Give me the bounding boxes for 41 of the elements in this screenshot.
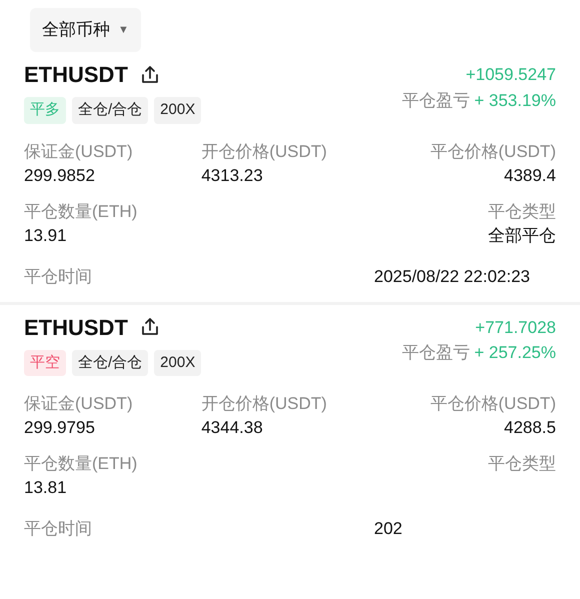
field-value: 4389.4 [504,164,556,186]
field-label: 平仓数量(ETH) [24,453,138,475]
field-value: 4313.23 [201,164,263,186]
position-tag: 全仓/合仓 [72,350,148,376]
field-label: 平仓类型 [488,453,556,475]
field-label: 平仓价格(USDT) [430,393,556,415]
field-value: 13.91 [24,224,67,246]
field-label: 开仓价格(USDT) [201,393,327,415]
position-tag: 200X [154,97,202,124]
field-label: 保证金(USDT) [24,393,133,415]
position-tag: 平多 [24,97,66,124]
position-tag: 200X [154,350,202,376]
field-label: 平仓数量(ETH) [24,200,138,222]
field-value: 全部平仓 [488,224,556,246]
field-value: 13.81 [24,477,67,499]
field-value: 2025/08/22 22:02:23 [374,266,530,286]
field-label: 保证金(USDT) [24,140,133,162]
pnl-label: 平仓盈亏 [402,90,470,112]
caret-icon: ▼ [118,22,129,38]
field-label: 平仓时间 [24,266,92,288]
symbol-title: ETHUSDT [24,314,128,342]
pnl-amount: +771.7028 [475,316,556,338]
field-value: 202 [374,519,402,538]
field-label: 平仓价格(USDT) [430,140,556,162]
pnl-amount: +1059.5247 [466,64,556,86]
pnl-percent: + 353.19% [474,90,556,112]
share-icon[interactable] [140,64,160,84]
field-label: 平仓类型 [488,200,556,222]
field-value: 299.9852 [24,164,95,186]
pnl-percent: + 257.25% [474,342,556,364]
position-tag: 全仓/合仓 [72,97,148,124]
field-label: 开仓价格(USDT) [201,140,327,162]
share-icon[interactable] [140,317,160,337]
field-value: 4344.38 [201,417,263,439]
field-value: 299.9795 [24,417,95,439]
position-tag: 平空 [24,350,66,376]
symbol-title: ETHUSDT [24,61,128,89]
field-label: 平仓时间 [24,518,92,540]
pnl-label: 平仓盈亏 [402,342,470,364]
currency-filter-button[interactable]: 全部币种 ▼ [30,8,141,52]
field-value: 4288.5 [504,417,556,439]
